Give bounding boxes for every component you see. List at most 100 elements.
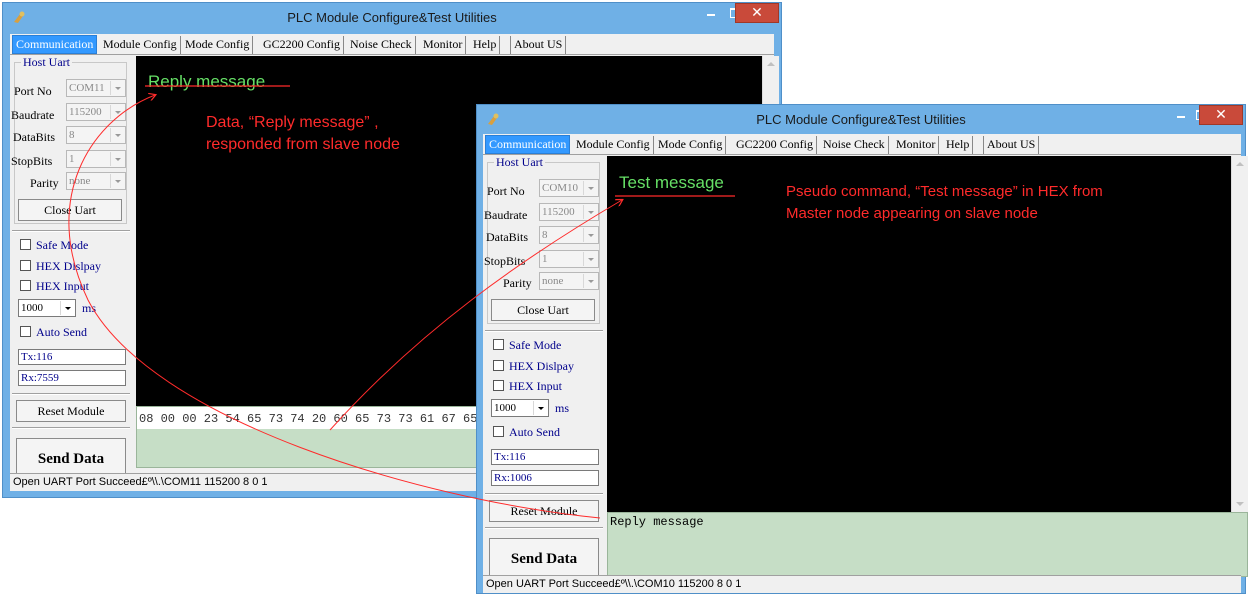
tab-gc2200-config[interactable]: GC2200 Config	[260, 36, 345, 54]
separator	[485, 493, 603, 495]
send-data-button[interactable]: Send Data	[489, 538, 599, 580]
stopbits-select[interactable]: 1	[539, 250, 599, 268]
tab-about-us[interactable]: About US	[510, 36, 567, 54]
auto-send-checkbox[interactable]: Auto Send	[493, 425, 560, 440]
baudrate-select[interactable]: 115200	[66, 103, 126, 121]
port-select[interactable]: COM11	[66, 79, 126, 97]
interval-select[interactable]: 1000	[18, 299, 76, 317]
tab-gc2200-config[interactable]: GC2200 Config	[733, 136, 818, 154]
tab-about-us[interactable]: About US	[983, 136, 1040, 154]
separator	[12, 230, 130, 232]
rx-counter: Rx:1006	[491, 470, 599, 486]
databits-value: 8	[542, 229, 548, 241]
interval-select[interactable]: 1000	[491, 399, 549, 417]
port-select[interactable]: COM10	[539, 179, 599, 197]
tx-counter: Tx:116	[18, 349, 126, 365]
port-value: COM11	[69, 82, 105, 94]
chevron-down-icon	[583, 228, 597, 242]
tab-monitor[interactable]: Monitor	[420, 36, 467, 54]
chevron-down-icon	[533, 401, 547, 415]
terminal-text: Test message	[619, 173, 724, 192]
separator	[485, 527, 603, 529]
databits-select[interactable]: 8	[66, 126, 126, 144]
tab-help[interactable]: Help	[943, 136, 974, 154]
checkbox-icon	[20, 280, 31, 291]
parity-select[interactable]: none	[539, 272, 599, 290]
tab-communication[interactable]: Communication	[485, 135, 571, 154]
stopbits-value: 1	[542, 253, 548, 265]
title-bar[interactable]: PLC Module Configure&Test Utilities ✕	[3, 3, 781, 33]
stopbits-label: StopBits	[11, 154, 53, 168]
chevron-down-icon	[583, 252, 597, 266]
send-input-text: Reply message	[610, 515, 704, 529]
scroll-up-icon	[767, 62, 775, 66]
baudrate-select[interactable]: 115200	[539, 203, 599, 221]
checkbox-icon	[493, 339, 504, 350]
chevron-down-icon	[110, 128, 124, 142]
close-icon: ✕	[751, 5, 763, 21]
hex-input-text: 08 00 00 23 54 65 73 74 20 60 65 73 73 6…	[139, 412, 478, 426]
auto-send-checkbox[interactable]: Auto Send	[20, 325, 87, 340]
reset-module-button[interactable]: Reset Module	[16, 400, 126, 422]
tab-noise-check[interactable]: Noise Check	[347, 36, 416, 54]
tab-mode-config[interactable]: Mode Config	[655, 136, 727, 154]
interval-unit: ms	[555, 401, 570, 415]
tab-bar: Communication Module Config Mode Config …	[483, 134, 1241, 155]
safe-mode-label: Safe Mode	[509, 338, 562, 352]
checkbox-icon	[493, 380, 504, 391]
host-uart-title: Host Uart	[21, 55, 72, 70]
separator	[12, 393, 130, 395]
hex-input-label: HEX Input	[509, 379, 562, 393]
reset-module-button[interactable]: Reset Module	[489, 500, 599, 522]
separator	[485, 330, 603, 332]
checkbox-icon	[20, 239, 31, 250]
chevron-down-icon	[110, 81, 124, 95]
port-label: Port No	[14, 84, 52, 98]
baudrate-label: Baudrate	[484, 208, 528, 222]
send-input[interactable]: Reply message	[607, 512, 1248, 577]
vertical-scrollbar[interactable]	[1231, 156, 1248, 512]
databits-label: DataBits	[13, 130, 55, 144]
databits-select[interactable]: 8	[539, 226, 599, 244]
hex-display-checkbox[interactable]: HEX Dislpay	[493, 359, 574, 374]
close-button[interactable]: ✕	[735, 3, 779, 23]
hex-display-checkbox[interactable]: HEX Dislpay	[20, 259, 101, 274]
hex-display-label: HEX Dislpay	[509, 359, 574, 373]
tab-module-config[interactable]: Module Config	[573, 136, 654, 154]
tab-communication[interactable]: Communication	[12, 35, 98, 54]
safe-mode-label: Safe Mode	[36, 238, 89, 252]
window-title: PLC Module Configure&Test Utilities	[287, 10, 497, 25]
hex-input-checkbox[interactable]: HEX Input	[20, 279, 89, 294]
checkbox-icon	[20, 260, 31, 271]
close-icon: ✕	[1215, 107, 1227, 123]
close-uart-button[interactable]: Close Uart	[491, 299, 595, 321]
safe-mode-checkbox[interactable]: Safe Mode	[493, 338, 561, 353]
parity-select[interactable]: none	[66, 172, 126, 190]
tab-noise-check[interactable]: Noise Check	[820, 136, 889, 154]
chevron-down-icon	[110, 152, 124, 166]
safe-mode-checkbox[interactable]: Safe Mode	[20, 238, 88, 253]
annotation-pseudo-line2: Master node appearing on slave node	[786, 205, 1038, 222]
hex-input-checkbox[interactable]: HEX Input	[493, 379, 562, 394]
minimize-button[interactable]	[699, 3, 723, 23]
checkbox-icon	[20, 326, 31, 337]
left-panel: Host Uart Port No COM10 Baudrate 115200 …	[483, 155, 605, 593]
title-bar[interactable]: PLC Module Configure&Test Utilities ✕	[477, 105, 1245, 135]
port-label: Port No	[487, 184, 525, 198]
scroll-up-icon	[1236, 162, 1244, 166]
interval-value: 1000	[21, 302, 43, 314]
close-button[interactable]: ✕	[1199, 105, 1243, 125]
stopbits-value: 1	[69, 153, 75, 165]
close-uart-button[interactable]: Close Uart	[18, 199, 122, 221]
tab-mode-config[interactable]: Mode Config	[182, 36, 254, 54]
tab-help[interactable]: Help	[470, 36, 501, 54]
stopbits-select[interactable]: 1	[66, 150, 126, 168]
annotation-reply: Data, “Reply message” , responded from s…	[206, 112, 400, 156]
annotation-pseudo-line1: Pseudo command, “Test message” in HEX fr…	[786, 183, 1103, 200]
tab-module-config[interactable]: Module Config	[100, 36, 181, 54]
chevron-down-icon	[60, 301, 74, 315]
baudrate-value: 115200	[69, 106, 102, 118]
window-title: PLC Module Configure&Test Utilities	[756, 112, 966, 127]
tab-monitor[interactable]: Monitor	[893, 136, 940, 154]
host-uart-title: Host Uart	[494, 155, 545, 170]
